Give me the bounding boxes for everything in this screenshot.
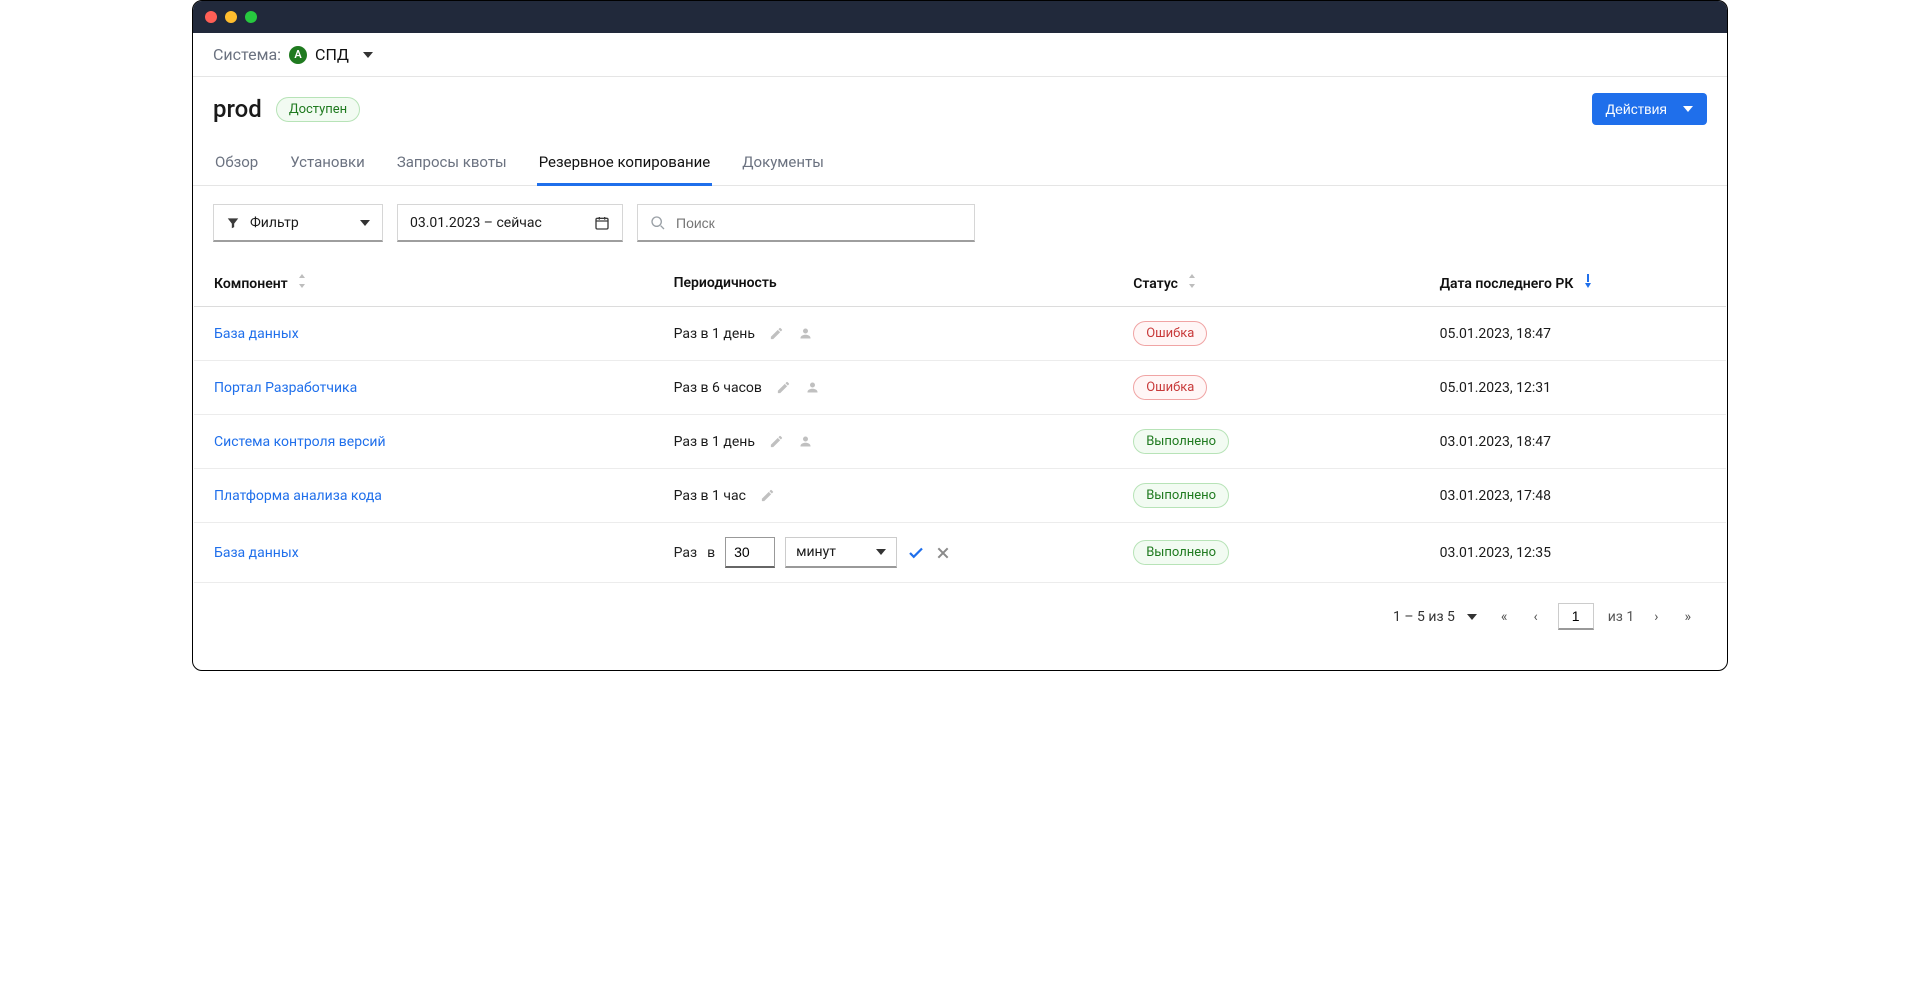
page-range-selector[interactable]: 1 – 5 из 5 (1393, 609, 1477, 625)
page-prev-button[interactable]: ‹ (1527, 605, 1543, 629)
status-badge: Выполнено (1133, 483, 1229, 508)
user-icon[interactable] (798, 326, 813, 341)
period-text: Раз в 6 часов (674, 380, 762, 396)
component-link[interactable]: Система контроля версий (214, 434, 386, 450)
actions-button-label: Действия (1606, 101, 1667, 117)
table-row: База данных Разв минут Выполнено 03.01.2023,… (194, 523, 1726, 583)
table-row: Система контроля версий Раз в 1 день Выпол… (194, 415, 1726, 469)
window-zoom-button[interactable] (245, 11, 257, 23)
calendar-icon (594, 215, 610, 231)
last-backup-cell: 05.01.2023, 18:47 (1420, 307, 1726, 361)
last-backup-cell: 05.01.2023, 12:31 (1420, 361, 1726, 415)
backup-table: Компонент Периодичность Статус Дата посл… (194, 260, 1726, 583)
chevron-down-icon (876, 549, 886, 555)
page-next-button[interactable]: › (1648, 605, 1664, 629)
table-row: Платформа анализа кода Раз в 1 час Выполне… (194, 469, 1726, 523)
last-backup-cell: 03.01.2023, 17:48 (1420, 469, 1726, 523)
period-unit-select[interactable]: минут (785, 537, 897, 568)
period-text: Раз в 1 день (674, 326, 755, 342)
period-edit-prefix2: в (707, 545, 715, 561)
chevron-down-icon[interactable] (363, 52, 373, 58)
sort-icon (297, 276, 307, 292)
last-backup-cell: 03.01.2023, 12:35 (1420, 523, 1726, 583)
tab-3[interactable]: Резервное копирование (537, 143, 713, 186)
page-range-label: 1 – 5 из 5 (1393, 609, 1455, 625)
page-header: prod Доступен Действия (193, 77, 1727, 125)
app-window: Система: А СПД prod Доступен Действия Об… (192, 0, 1728, 671)
user-icon[interactable] (805, 380, 820, 395)
last-backup-cell: 03.01.2023, 18:47 (1420, 415, 1726, 469)
confirm-icon[interactable] (907, 544, 925, 562)
page-total-label: из 1 (1608, 609, 1635, 625)
period-value-input[interactable] (725, 537, 775, 568)
table-row: Портал Разработчика Раз в 6 часов Ошибка 05… (194, 361, 1726, 415)
filter-icon (226, 216, 240, 230)
date-range-picker[interactable]: 03.01.2023 – сейчас (397, 204, 623, 242)
period-edit-prefix: Раз (674, 545, 697, 561)
period-text: Раз в 1 день (674, 434, 755, 450)
sort-desc-icon (1583, 276, 1593, 292)
system-selector-bar: Система: А СПД (193, 33, 1727, 77)
page-last-button[interactable]: » (1678, 605, 1697, 629)
system-badge: А (289, 46, 307, 64)
component-link[interactable]: База данных (214, 545, 299, 561)
tab-4[interactable]: Документы (740, 143, 826, 185)
search-icon (650, 215, 666, 231)
edit-icon[interactable] (769, 326, 784, 341)
date-range-label: 03.01.2023 – сейчас (410, 215, 542, 231)
col-last-backup[interactable]: Дата последнего РК (1420, 260, 1726, 307)
edit-icon[interactable] (760, 488, 775, 503)
search-field[interactable] (637, 204, 975, 242)
filter-button[interactable]: Фильтр (213, 204, 383, 242)
period-text: Раз в 1 час (674, 488, 746, 504)
search-input[interactable] (676, 215, 962, 231)
status-badge: Ошибка (1133, 321, 1207, 346)
page-first-button[interactable]: « (1495, 605, 1514, 629)
chevron-down-icon (1683, 106, 1693, 112)
status-badge: Выполнено (1133, 429, 1229, 454)
chevron-down-icon (1467, 614, 1477, 620)
window-minimize-button[interactable] (225, 11, 237, 23)
system-name: СПД (315, 45, 349, 64)
status-badge: Выполнено (1133, 540, 1229, 565)
user-icon[interactable] (798, 434, 813, 449)
edit-icon[interactable] (769, 434, 784, 449)
tab-2[interactable]: Запросы квоты (395, 143, 509, 185)
actions-button[interactable]: Действия (1592, 93, 1707, 125)
col-component[interactable]: Компонент (194, 260, 654, 307)
tab-1[interactable]: Установки (288, 143, 367, 185)
window-close-button[interactable] (205, 11, 217, 23)
edit-icon[interactable] (776, 380, 791, 395)
component-link[interactable]: Платформа анализа кода (214, 488, 382, 504)
component-link[interactable]: База данных (214, 326, 299, 342)
col-period: Периодичность (654, 260, 1114, 307)
status-badge: Ошибка (1133, 375, 1207, 400)
chevron-down-icon (360, 220, 370, 226)
tabs: Обзор Установки Запросы квоты Резервное коп… (193, 143, 1727, 186)
toolbar: Фильтр 03.01.2023 – сейчас (193, 186, 1727, 260)
tab-0[interactable]: Обзор (213, 143, 260, 185)
col-status[interactable]: Статус (1113, 260, 1419, 307)
window-titlebar (193, 1, 1727, 33)
page-title: prod (213, 95, 262, 123)
sort-icon (1187, 276, 1197, 292)
pagination: 1 – 5 из 5 « ‹ из 1 › » (193, 583, 1727, 670)
cancel-icon[interactable] (935, 545, 951, 561)
component-link[interactable]: Портал Разработчика (214, 380, 357, 396)
system-label: Система: (213, 45, 281, 64)
filter-label: Фильтр (250, 215, 299, 231)
page-status-badge: Доступен (276, 97, 360, 122)
table-row: База данных Раз в 1 день Ошибка 05.01.2023,… (194, 307, 1726, 361)
page-number-input[interactable] (1558, 603, 1594, 630)
